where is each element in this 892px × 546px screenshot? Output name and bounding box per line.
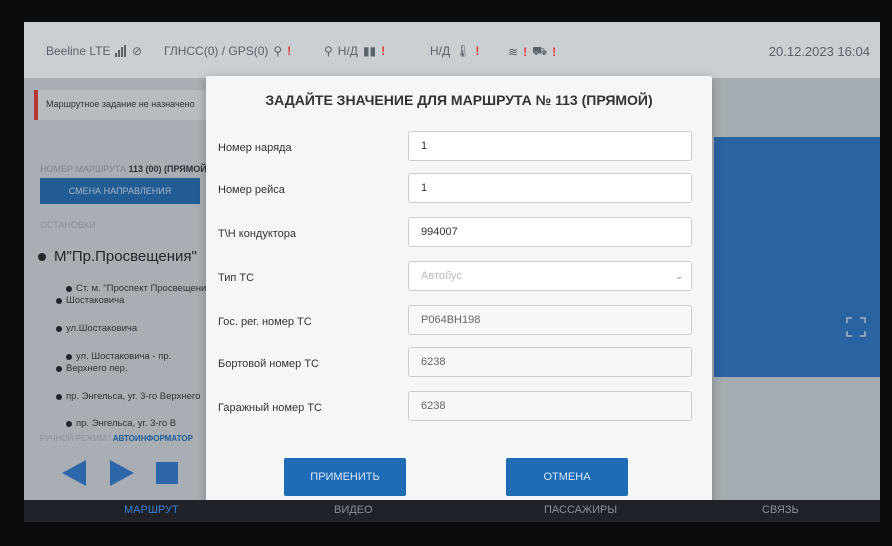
tab-passengers[interactable]: ПАССАЖИРЫ xyxy=(544,504,617,516)
bus-icon: ⛟ xyxy=(532,44,548,58)
trip-number-label: Номер рейса xyxy=(218,184,285,196)
tab-route[interactable]: МАРШРУТ xyxy=(124,504,179,516)
chevron-down-icon: ⌄ xyxy=(675,271,683,281)
garage-number-label: Гаражный номер ТС xyxy=(218,402,322,414)
route-settings-dialog: ЗАДАЙТЕ ЗНАЧЕНИЕ ДЛЯ МАРШРУТА № 113 (ПРЯ… xyxy=(206,76,712,508)
wifi-icon: ≋ xyxy=(508,45,519,59)
temp-left-label: Н/Д xyxy=(337,44,358,58)
tab-communication[interactable]: СВЯЗЬ xyxy=(762,504,799,516)
bottom-tabbar: МАРШРУТ ВИДЕО ПАССАЖИРЫ СВЯЗЬ xyxy=(24,500,880,522)
gnss-status: ГЛНСС(0) / GPS(0) ⚲! xyxy=(164,44,291,58)
vehicle-type-label: Тип ТС xyxy=(218,272,255,284)
order-number-field[interactable]: 1 xyxy=(408,131,692,161)
vehicle-type-select[interactable]: Автобус ⌄ xyxy=(408,261,692,291)
board-number-label: Бортовой номер ТС xyxy=(218,358,319,370)
no-sim-icon: ⊘ xyxy=(132,44,143,58)
conductor-id-field[interactable]: 994007 xyxy=(408,217,692,247)
order-number-label: Номер наряда xyxy=(218,142,292,154)
cancel-button[interactable]: ОТМЕНА xyxy=(506,458,628,496)
garage-number-field[interactable]: 6238 xyxy=(408,391,692,421)
reg-number-field[interactable]: Р064ВН198 xyxy=(408,305,692,335)
temp-warning-icon: ! xyxy=(381,44,386,58)
trip-number-field[interactable]: 1 xyxy=(408,173,692,203)
bar-icon: ▮▮ xyxy=(362,44,377,58)
gnss-warning-icon: ! xyxy=(287,44,292,58)
temperature-status: ⚲ Н/Д ▮▮! xyxy=(324,44,385,58)
person-icon: ⚲ xyxy=(324,44,333,58)
device-status: ≋! ⛟! xyxy=(508,44,556,60)
wifi-warning-icon: ! xyxy=(523,45,528,59)
apply-button[interactable]: ПРИМЕНИТЬ xyxy=(284,458,406,496)
bus-warning-icon: ! xyxy=(552,45,557,59)
conductor-id-label: Т\Н кондуктора xyxy=(218,228,297,240)
board-number-field[interactable]: 6238 xyxy=(408,347,692,377)
satellite-icon: ⚲ xyxy=(273,44,283,58)
dialog-title: ЗАДАЙТЕ ЗНАЧЕНИЕ ДЛЯ МАРШРУТА № 113 (ПРЯ… xyxy=(265,92,653,108)
datetime: 20.12.2023 16:04 xyxy=(768,44,870,59)
vehicle-type-value: Автобус xyxy=(421,270,462,282)
network-status: Beeline LTE xyxy=(46,44,127,58)
thermo-status: Н/Д 🌡! xyxy=(430,44,479,58)
signal-icon xyxy=(115,45,127,57)
thermo-warning-icon: ! xyxy=(475,44,480,58)
thermometer-icon: 🌡 xyxy=(455,44,471,58)
tab-video[interactable]: ВИДЕО xyxy=(334,504,373,516)
reg-number-label: Гос. рег. номер ТС xyxy=(218,316,312,328)
gnss-label: ГЛНСС(0) / GPS(0) xyxy=(164,44,269,58)
network-label: Beeline LTE xyxy=(46,44,111,58)
temp-right-label: Н/Д xyxy=(430,44,451,58)
screen: Beeline LTE ⊘ ГЛНСС(0) / GPS(0) ⚲! ⚲ Н/Д… xyxy=(24,22,880,522)
status-bar: Beeline LTE ⊘ ГЛНСС(0) / GPS(0) ⚲! ⚲ Н/Д… xyxy=(24,22,880,78)
